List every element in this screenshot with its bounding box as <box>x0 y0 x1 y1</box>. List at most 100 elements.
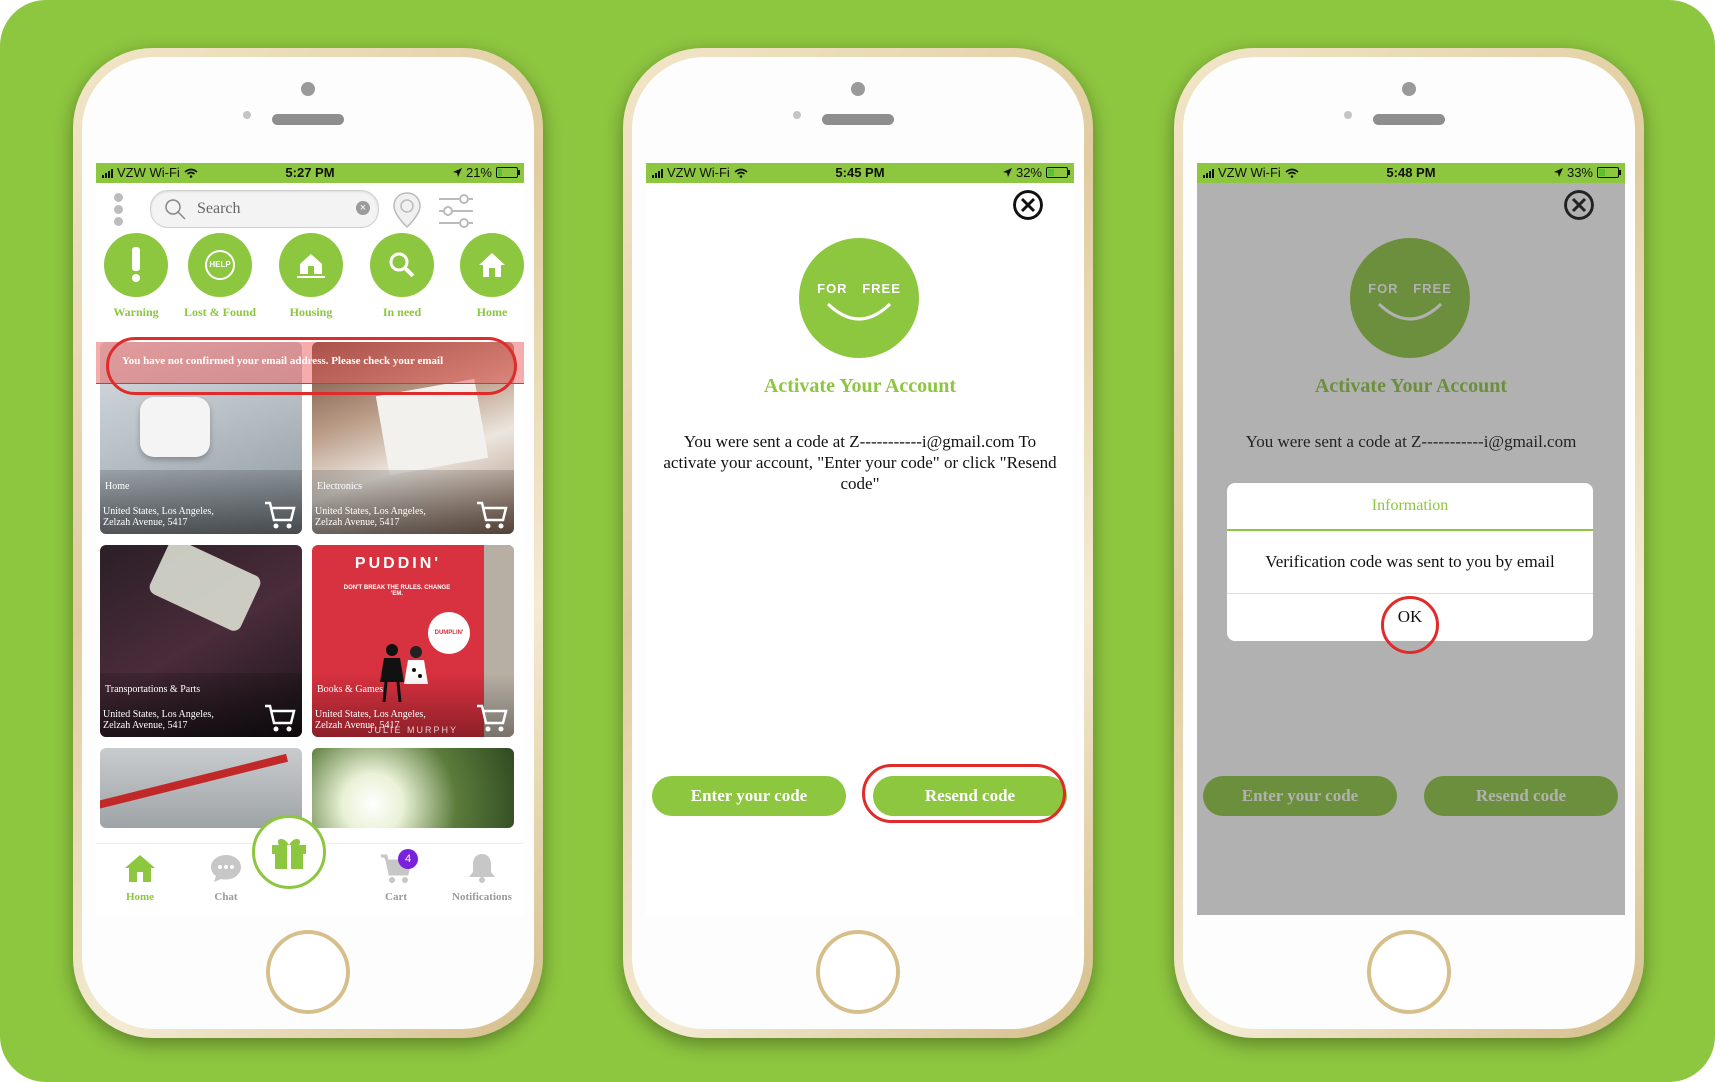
sensor <box>793 111 801 119</box>
help-sign-icon: HELP <box>205 250 235 280</box>
status-bar: VZW Wi-Fi 5:27 PM 21% <box>96 163 524 183</box>
category-home[interactable]: Home <box>452 233 524 320</box>
listing-card[interactable] <box>312 748 514 828</box>
phone-frame-1: VZW Wi-Fi 5:27 PM 21% × Warning HELP Lo <box>73 48 543 1038</box>
tab-cart[interactable]: Cart <box>356 852 436 903</box>
category-label: In need <box>382 305 422 319</box>
page-title: Activate Your Account <box>763 375 957 397</box>
category-label: Warning <box>113 305 159 319</box>
camera <box>301 82 315 96</box>
more-menu-icon[interactable] <box>114 193 124 229</box>
listing-card[interactable] <box>100 748 302 828</box>
battery-percent: 21% <box>465 165 492 180</box>
category-label: Housing <box>289 305 333 319</box>
location-arrow-icon <box>452 168 462 177</box>
tab-label: Notifications <box>452 891 512 903</box>
dialog-message: Verification code was sent to you by ema… <box>1227 531 1593 594</box>
tab-notifications[interactable]: Notifications <box>442 852 522 903</box>
enter-code-button[interactable]: Enter your code <box>652 776 846 816</box>
logo-word-right: FREE <box>862 281 901 296</box>
exclamation-icon <box>132 247 140 282</box>
tab-label: Chat <box>214 891 238 903</box>
add-to-cart-icon[interactable] <box>475 500 509 530</box>
highlight-ring <box>862 764 1066 823</box>
tab-label: Home <box>125 891 155 903</box>
home-hardware-button[interactable] <box>816 930 900 1014</box>
clear-search-icon[interactable]: × <box>356 201 370 215</box>
sensor <box>1344 111 1352 119</box>
home-icon <box>125 855 155 882</box>
listing-card[interactable]: Transportations & Parts United States, L… <box>100 545 302 737</box>
smile-icon <box>826 302 892 321</box>
camera <box>1402 82 1416 96</box>
phone-frame-3: VZW Wi-Fi 5:48 PM 33% FOR FREE Activate … <box>1174 48 1644 1038</box>
listing-category: Transportations & Parts <box>105 684 201 695</box>
category-warning[interactable]: Warning <box>96 233 176 320</box>
filter-settings-icon[interactable] <box>437 193 475 229</box>
cart-count-badge: 4 <box>398 849 418 869</box>
listing-card[interactable]: PUDDIN' DON'T BREAK THE RULES. CHANGE 'E… <box>312 545 514 737</box>
listing-photo <box>147 545 263 634</box>
map-pin-icon[interactable] <box>392 191 422 229</box>
location-arrow-icon <box>1002 168 1012 177</box>
verification-dialog-screen: VZW Wi-Fi 5:48 PM 33% FOR FREE Activate … <box>1197 163 1625 915</box>
home-screen: VZW Wi-Fi 5:27 PM 21% × Warning HELP Lo <box>96 163 524 915</box>
search-input[interactable] <box>195 197 349 221</box>
listing-location: United States, Los Angeles, Zelzah Avenu… <box>315 506 426 528</box>
category-lost-found[interactable]: HELP Lost & Found <box>180 233 260 320</box>
add-to-cart-icon[interactable] <box>263 500 297 530</box>
listing-category: Home <box>105 481 130 492</box>
bell-icon <box>469 854 495 883</box>
dialog-title: Information <box>1227 483 1593 531</box>
add-to-cart-icon[interactable] <box>475 703 509 733</box>
speaker <box>272 114 344 125</box>
logo-word-left: FOR <box>817 281 848 296</box>
home-hardware-button[interactable] <box>1367 930 1451 1014</box>
tab-home[interactable]: Home <box>100 852 180 903</box>
battery-icon <box>1046 167 1070 178</box>
house-hand-icon <box>297 254 325 278</box>
add-to-cart-icon[interactable] <box>263 703 297 733</box>
activation-message: You were sent a code at Z-----------i@gm… <box>663 432 1057 493</box>
search-icon <box>165 199 186 220</box>
battery-percent: 32% <box>1015 165 1042 180</box>
listing-location: United States, Los Angeles, Zelzah Avenu… <box>103 506 214 528</box>
house-icon <box>479 253 505 277</box>
home-hardware-button[interactable] <box>266 930 350 1014</box>
highlight-ring <box>106 337 517 395</box>
listing-photo <box>140 397 210 457</box>
phone-frame-2: VZW Wi-Fi 5:45 PM 32% FOR FREE Activate … <box>623 48 1093 1038</box>
chat-bubble-icon <box>211 855 241 882</box>
listing-location: United States, Los Angeles, Zelzah Avenu… <box>315 709 426 731</box>
category-housing[interactable]: Housing <box>271 233 351 320</box>
for-free-logo: FOR FREE <box>799 238 919 358</box>
activate-account-screen: VZW Wi-Fi 5:45 PM 32% FOR FREE Activate … <box>646 163 1074 915</box>
listing-category: Electronics <box>317 481 362 492</box>
status-bar: VZW Wi-Fi 5:45 PM 32% <box>646 163 1074 183</box>
location-arrow-icon <box>1553 168 1563 177</box>
category-strip: Warning HELP Lost & Found Housing In nee… <box>96 233 524 323</box>
battery-percent: 33% <box>1566 165 1593 180</box>
listing-grid: Home United States, Los Angeles, Zelzah … <box>96 342 524 828</box>
category-label: Lost & Found <box>183 305 257 319</box>
battery-icon <box>496 167 520 178</box>
sensor <box>243 111 251 119</box>
search-bar: × <box>150 190 379 228</box>
svg-text:HELP: HELP <box>209 260 231 269</box>
highlight-ring <box>1381 596 1439 654</box>
give-item-button[interactable] <box>252 815 326 889</box>
speaker <box>1373 114 1445 125</box>
camera <box>851 82 865 96</box>
listing-category: Books & Games <box>317 684 384 695</box>
close-icon[interactable] <box>1013 190 1043 220</box>
book-tagline: DON'T BREAK THE RULES. CHANGE 'EM. <box>343 585 451 597</box>
speaker <box>822 114 894 125</box>
category-in-need[interactable]: In need <box>362 233 442 320</box>
category-label: Home <box>476 305 508 319</box>
search-box-icon <box>389 252 415 278</box>
listing-location: United States, Los Angeles, Zelzah Avenu… <box>103 709 214 731</box>
showcase-canvas: VZW Wi-Fi 5:27 PM 21% × Warning HELP Lo <box>0 0 1715 1082</box>
book-title: PUDDIN' <box>354 555 442 572</box>
gift-icon <box>272 838 306 869</box>
tab-label: Cart <box>385 891 407 903</box>
